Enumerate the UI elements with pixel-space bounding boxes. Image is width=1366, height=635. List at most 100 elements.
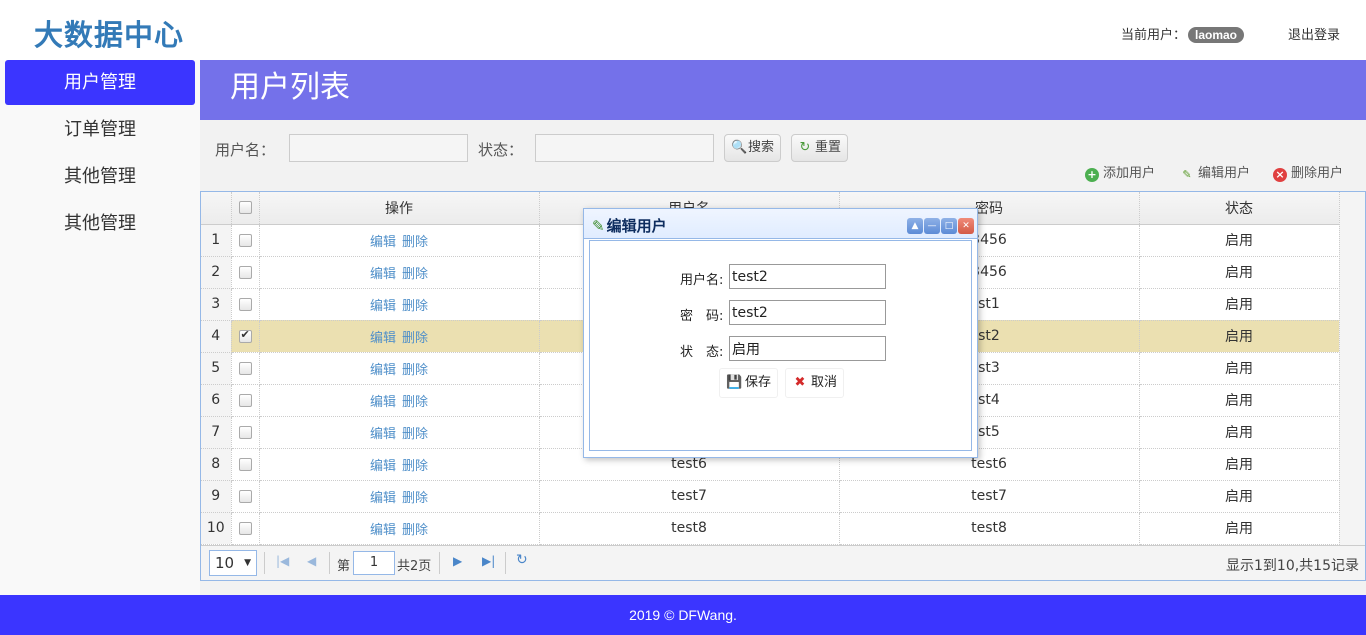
page-number-input[interactable]: 1 [353,551,395,575]
username-search-label: 用户名： [215,141,276,159]
row-checkbox[interactable] [238,265,252,279]
row-checkbox[interactable] [238,393,252,407]
search-button[interactable]: 🔍搜索 [724,134,782,162]
collapse-icon[interactable]: ▲ [907,218,923,234]
last-page-icon[interactable]: ▶| [482,554,495,568]
delete-icon: × [1273,168,1287,182]
cell-password: test7 [839,480,1140,513]
dialog-tools: ▲ — □ ✕ [906,216,974,234]
logout-link[interactable]: 退出登录 [1288,24,1340,43]
rownum-header [201,192,232,225]
row-edit-link[interactable]: 编辑 [370,459,396,474]
edit-user-button[interactable]: ✎ 编辑用户 [1180,162,1250,182]
table-row[interactable]: 10 编辑 删除 test8 test8 启用 [201,512,1340,545]
row-edit-link[interactable]: 编辑 [370,331,396,346]
sidebar-item-order-management[interactable]: 订单管理 [5,107,195,152]
row-checkbox-cell [231,288,260,321]
row-checkbox[interactable] [238,233,252,247]
password-field-label: 密 码: [680,309,724,324]
page-title: 用户列表 [200,60,1366,120]
page-size-select[interactable]: 10 ▼ [209,550,257,576]
row-checkbox[interactable] [238,297,252,311]
row-actions: 编辑 删除 [259,288,540,321]
next-page-icon[interactable]: ▶ [453,554,462,568]
row-number: 4 [201,320,232,353]
maximize-icon[interactable]: □ [941,218,957,234]
cell-status: 启用 [1139,256,1340,289]
row-delete-link[interactable]: 删除 [402,427,428,442]
current-user-badge: laomao [1187,27,1244,43]
page-size-value: 10 [215,554,235,572]
row-number: 5 [201,352,232,385]
page-total-label: 共2页 [397,559,432,574]
save-button[interactable]: 💾 保存 [719,368,779,398]
add-user-label: 添加用户 [1103,166,1156,181]
row-delete-link[interactable]: 删除 [402,267,428,282]
first-page-icon[interactable]: |◀ [276,554,289,568]
status-field-label: 状 态: [680,345,724,360]
row-delete-link[interactable]: 删除 [402,523,428,538]
save-button-label: 保存 [745,375,772,390]
delete-user-button[interactable]: × 删除用户 [1273,162,1343,182]
row-edit-link[interactable]: 编辑 [370,235,396,250]
sidebar-item-other-management-2[interactable]: 其他管理 [5,201,195,246]
row-edit-link[interactable]: 编辑 [370,267,396,282]
current-user-label: 当前用户： [1120,28,1186,43]
row-edit-link[interactable]: 编辑 [370,299,396,314]
row-checkbox-cell [231,512,260,545]
table-row[interactable]: 9 编辑 删除 test7 test7 启用 [201,480,1340,513]
column-header-status[interactable]: 状态 [1139,192,1340,225]
add-user-button[interactable]: + 添加用户 [1085,162,1155,182]
username-field[interactable] [729,264,886,289]
status-search-input[interactable] [535,134,714,162]
row-number: 6 [201,384,232,417]
cancel-button[interactable]: ✖ 取消 [785,368,845,398]
sidebar-item-other-management-1[interactable]: 其他管理 [5,154,195,199]
current-user-info: 当前用户： laomao [1121,24,1244,43]
row-delete-link[interactable]: 删除 [402,331,428,346]
row-delete-link[interactable]: 删除 [402,299,428,314]
row-checkbox[interactable] [238,425,252,439]
username-search-input[interactable] [289,134,468,162]
row-delete-link[interactable]: 删除 [402,395,428,410]
row-edit-link[interactable]: 编辑 [370,523,396,538]
row-edit-link[interactable]: 编辑 [370,491,396,506]
row-checkbox[interactable] [238,361,252,375]
row-checkbox[interactable] [238,328,252,343]
top-header: 大数据中心 当前用户： laomao 退出登录 [0,0,1366,60]
row-checkbox-cell [231,320,260,353]
pagination-bar: 10 ▼ |◀ ◀ 第 1 共2页 ▶ ▶| ↻ 显示1到10,共15记录 [201,545,1365,580]
close-icon[interactable]: ✕ [958,218,974,234]
row-checkbox[interactable] [238,489,252,503]
status-field[interactable] [729,336,886,361]
row-checkbox[interactable] [238,457,252,471]
row-edit-link[interactable]: 编辑 [370,395,396,410]
cell-username: test7 [539,480,840,513]
dialog-header: ✎ 编辑用户 ▲ — □ ✕ [584,209,977,239]
row-delete-link[interactable]: 删除 [402,491,428,506]
cell-status: 启用 [1139,416,1340,449]
status-search-label: 状态： [478,141,524,159]
row-delete-link[interactable]: 删除 [402,363,428,378]
row-actions: 编辑 删除 [259,480,540,513]
password-field[interactable] [729,300,886,325]
pencil-icon: ✎ [1182,168,1192,181]
cell-status: 启用 [1139,320,1340,353]
row-checkbox-cell [231,256,260,289]
refresh-icon[interactable]: ↻ [516,552,528,568]
row-edit-link[interactable]: 编辑 [370,363,396,378]
row-checkbox-cell [231,352,260,385]
sidebar-item-user-management[interactable]: 用户管理 [5,60,195,105]
reset-button[interactable]: ↻ 重置 [791,134,849,162]
row-delete-link[interactable]: 删除 [402,459,428,474]
minimize-icon[interactable]: — [924,218,940,234]
cell-status: 启用 [1139,352,1340,385]
reset-icon: ↻ [799,140,811,155]
row-checkbox[interactable] [238,521,252,535]
row-edit-link[interactable]: 编辑 [370,427,396,442]
select-all-checkbox[interactable] [238,201,252,215]
select-all-header [231,192,260,225]
prev-page-icon[interactable]: ◀ [307,554,316,568]
row-actions: 编辑 删除 [259,384,540,417]
row-delete-link[interactable]: 删除 [402,235,428,250]
